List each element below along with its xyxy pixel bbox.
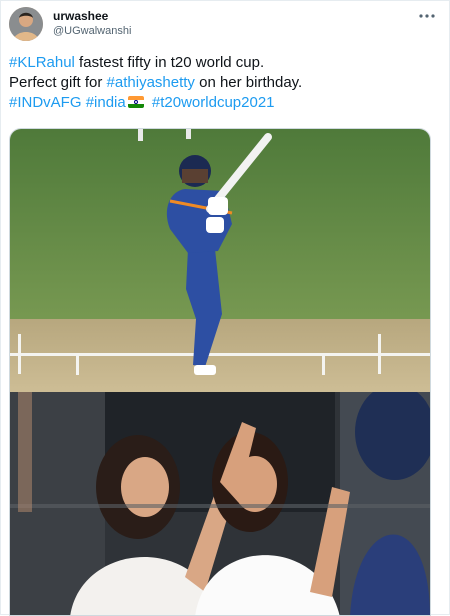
tweet-media[interactable] [9, 128, 431, 616]
hashtag-athiyashetty[interactable]: #athiyashetty [107, 74, 195, 91]
user-handle[interactable]: @UGwalwanshi [53, 24, 131, 39]
tweet-text-segment: fastest fifty in t20 world cup. [74, 54, 265, 71]
hashtag-klrahul[interactable]: #KLRahul [9, 54, 75, 71]
more-options-icon[interactable] [415, 9, 439, 25]
avatar[interactable] [9, 7, 43, 41]
tweet-card[interactable]: urwashee @UGwalwanshi #KLRahul fastest f… [0, 0, 450, 616]
crowd-applauding-photo-icon [10, 392, 430, 615]
tweet-text: #KLRahul fastest fifty in t20 world cup.… [9, 53, 439, 113]
tweet-text-segment: on her birthday. [194, 74, 303, 91]
display-name[interactable]: urwashee [53, 9, 131, 24]
tweet-line-3: #INDvAFG #india #t20worldcup2021 [9, 93, 439, 113]
tweet-header: urwashee @UGwalwanshi [9, 7, 439, 41]
avatar-photo-icon [9, 7, 43, 41]
india-flag-icon [127, 96, 144, 108]
hashtag-indvafg[interactable]: #INDvAFG [9, 94, 82, 111]
cricket-batsman-photo-icon [10, 129, 430, 392]
hashtag-t20worldcup2021[interactable]: #t20worldcup2021 [152, 94, 275, 111]
tweet-line-2: Perfect gift for #athiyashetty on her bi… [9, 73, 439, 93]
author-info: urwashee @UGwalwanshi [53, 9, 131, 39]
crowd-applauding-image[interactable] [10, 392, 430, 615]
tweet-line-1: #KLRahul fastest fifty in t20 world cup. [9, 53, 439, 73]
ellipsis-icon [419, 14, 435, 18]
tweet-text-segment: Perfect gift for [9, 74, 107, 91]
hashtag-india[interactable]: #india [86, 94, 126, 111]
cricket-batsman-image[interactable] [10, 129, 430, 392]
